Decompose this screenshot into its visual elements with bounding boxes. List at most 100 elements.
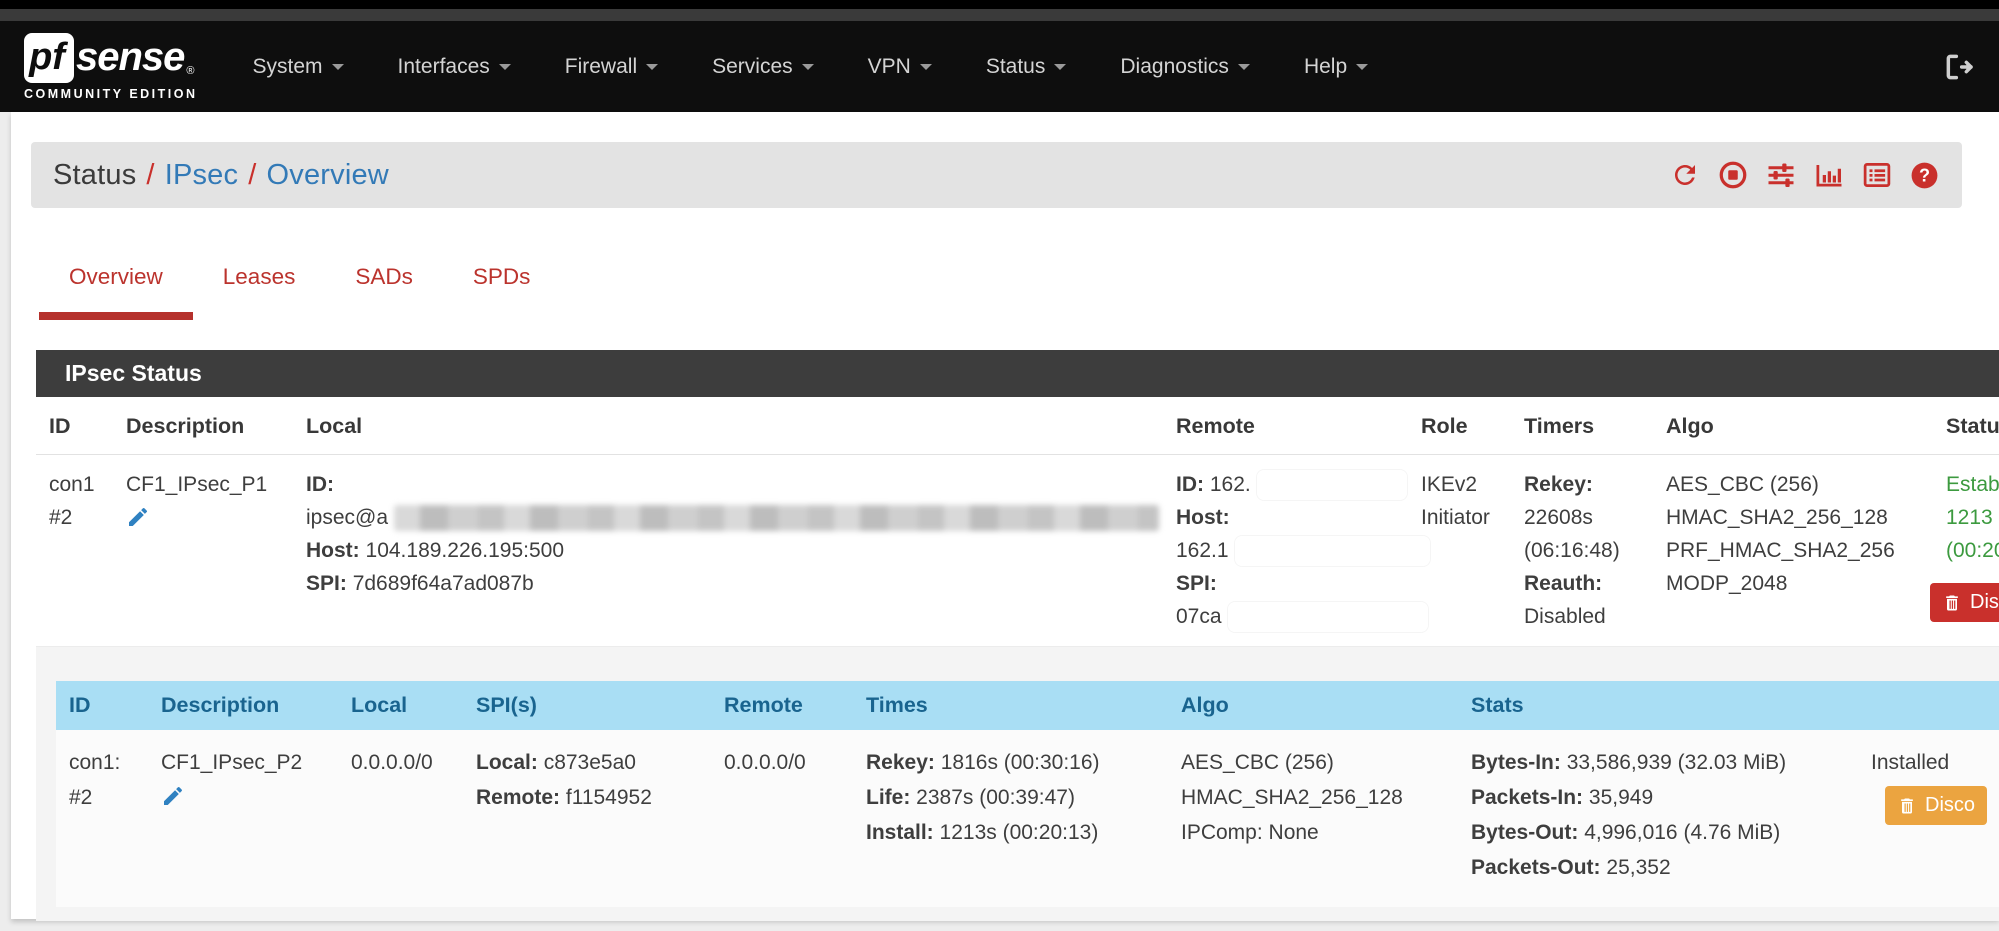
breadcrumb-link-ipsec[interactable]: IPsec — [165, 159, 239, 191]
cell-status: Establ 1213 s (00:20 Dis — [1933, 455, 1999, 646]
cell-stats: Bytes-In: 33,586,939 (32.03 MiB) Packets… — [1458, 730, 1858, 907]
nav-item-help[interactable]: Help — [1277, 55, 1395, 79]
cell-local: ID: ipsec@a Host: 104.189.226.195:500 SP… — [293, 455, 1163, 646]
child-header-local: Local — [338, 681, 463, 730]
column-header-timers: Timers — [1511, 397, 1653, 455]
nav-item-label: Diagnostics — [1120, 55, 1229, 79]
disconnect-button[interactable]: Dis — [1930, 583, 1999, 622]
nav-item-diagnostics[interactable]: Diagnostics — [1093, 55, 1277, 79]
nav-item-label: VPN — [868, 55, 911, 79]
child-sa-table: ID Description Local SPI(s) Remote Times… — [56, 681, 1999, 907]
cell-local: 0.0.0.0/0 — [338, 730, 463, 907]
stop-circle-icon[interactable] — [1717, 160, 1748, 191]
ipsec-status-panel: IPsec Status ID Description Local Remote… — [36, 350, 1999, 921]
nav-item-vpn[interactable]: VPN — [841, 55, 959, 79]
nav-item-firewall[interactable]: Firewall — [538, 55, 685, 79]
redacted-text — [1228, 602, 1428, 632]
cell-times: Rekey: 1816s (00:30:16) Life: 2387s (00:… — [853, 730, 1168, 907]
logout-button[interactable] — [1943, 51, 1975, 83]
cell-algo: AES_CBC (256) HMAC_SHA2_256_128 PRF_HMAC… — [1653, 455, 1933, 646]
child-sa-section: ID Description Local SPI(s) Remote Times… — [36, 646, 1999, 921]
child-header-id: ID — [56, 681, 148, 730]
top-navbar: pf sense ® COMMUNITY EDITION System Inte… — [0, 21, 1999, 112]
panel-title-text: IPsec Status — [65, 360, 202, 386]
page-action-icons: ? — [1669, 160, 1940, 191]
breadcrumb-link-overview[interactable]: Overview — [266, 159, 388, 191]
chevron-down-icon — [920, 64, 932, 70]
cell-description: CF1_IPsec_P2 — [148, 730, 338, 907]
child-header-spis: SPI(s) — [463, 681, 711, 730]
nav-item-status[interactable]: Status — [959, 55, 1094, 79]
child-header-times: Times — [853, 681, 1168, 730]
redacted-text — [1235, 536, 1430, 566]
breadcrumb-section: Status — [53, 159, 136, 191]
chevron-down-icon — [1238, 64, 1250, 70]
redacted-text — [1257, 470, 1407, 500]
column-header-status: Status — [1933, 397, 1999, 455]
disconnect-child-button[interactable]: Disco — [1885, 786, 1987, 825]
child-header-description: Description — [148, 681, 338, 730]
chevron-down-icon — [499, 64, 511, 70]
sliders-icon[interactable] — [1765, 160, 1796, 191]
nav-item-label: Help — [1304, 55, 1347, 79]
tab-overview[interactable]: Overview — [39, 254, 193, 320]
column-header-role: Role — [1408, 397, 1511, 455]
column-header-remote: Remote — [1163, 397, 1408, 455]
main-menu: System Interfaces Firewall Services VPN … — [226, 55, 1396, 79]
list-icon[interactable] — [1861, 160, 1892, 191]
tab-leases[interactable]: Leases — [193, 254, 326, 320]
child-header-stats: Stats — [1458, 681, 1858, 730]
nav-item-system[interactable]: System — [226, 55, 371, 79]
child-header-algo: Algo — [1168, 681, 1458, 730]
chevron-down-icon — [1054, 64, 1066, 70]
nav-item-label: Firewall — [565, 55, 637, 79]
window-top-edge — [0, 0, 1999, 9]
column-header-algo: Algo — [1653, 397, 1933, 455]
nav-item-label: Interfaces — [398, 55, 490, 79]
breadcrumb-separator: / — [248, 159, 256, 191]
nav-item-services[interactable]: Services — [685, 55, 841, 79]
cell-remote: 0.0.0.0/0 — [711, 730, 853, 907]
cell-description: CF1_IPsec_P1 — [113, 455, 293, 646]
tab-spds[interactable]: SPDs — [443, 254, 561, 320]
nav-item-label: Services — [712, 55, 793, 79]
pf-logo-mark: pf — [24, 33, 74, 83]
section-tabs: Overview Leases SADs SPDs — [39, 254, 1999, 320]
cell-remote: ID: 162. Host: 162.1 SPI: 07ca — [1163, 455, 1408, 646]
child-header-remote: Remote — [711, 681, 853, 730]
child-header-blank — [1858, 681, 1999, 730]
nav-item-label: System — [253, 55, 323, 79]
cell-algo: AES_CBC (256) HMAC_SHA2_256_128 IPComp: … — [1168, 730, 1458, 907]
column-header-id: ID — [36, 397, 113, 455]
brand-tagline: COMMUNITY EDITION — [24, 87, 198, 101]
sign-out-icon — [1943, 51, 1975, 83]
pfsense-logo[interactable]: pf sense ® COMMUNITY EDITION — [24, 33, 198, 101]
breadcrumb: Status / IPsec / Overview ? — [31, 142, 1962, 208]
tab-sads[interactable]: SADs — [325, 254, 443, 320]
cell-status: Installed Disco — [1858, 730, 1999, 907]
chevron-down-icon — [802, 64, 814, 70]
cell-timers: Rekey: 22608s (06:16:48) Reauth: Disable… — [1511, 455, 1653, 646]
edit-icon[interactable] — [161, 784, 325, 819]
ipsec-status-table: ID Description Local Remote Role Timers … — [36, 397, 1999, 921]
help-icon[interactable]: ? — [1909, 160, 1940, 191]
registered-mark: ® — [186, 65, 194, 77]
breadcrumb-separator: / — [146, 159, 154, 191]
refresh-icon[interactable] — [1669, 160, 1700, 191]
cell-spis: Local: c873e5a0 Remote: f1154952 — [463, 730, 711, 907]
nav-item-label: Status — [986, 55, 1046, 79]
cell-id: con1: #2 — [56, 730, 148, 907]
cell-id: con1 #2 — [36, 455, 113, 646]
redacted-text — [394, 505, 1159, 531]
chevron-down-icon — [332, 64, 344, 70]
window-title-strip — [0, 9, 1999, 21]
brand-name: sense — [76, 35, 184, 80]
bar-chart-icon[interactable] — [1813, 160, 1844, 191]
page-title: Status / IPsec / Overview — [53, 159, 389, 192]
edit-icon[interactable] — [126, 505, 280, 539]
chevron-down-icon — [646, 64, 658, 70]
svg-text:?: ? — [1919, 165, 1930, 185]
column-header-local: Local — [293, 397, 1163, 455]
trash-icon — [1942, 593, 1962, 613]
nav-item-interfaces[interactable]: Interfaces — [371, 55, 538, 79]
